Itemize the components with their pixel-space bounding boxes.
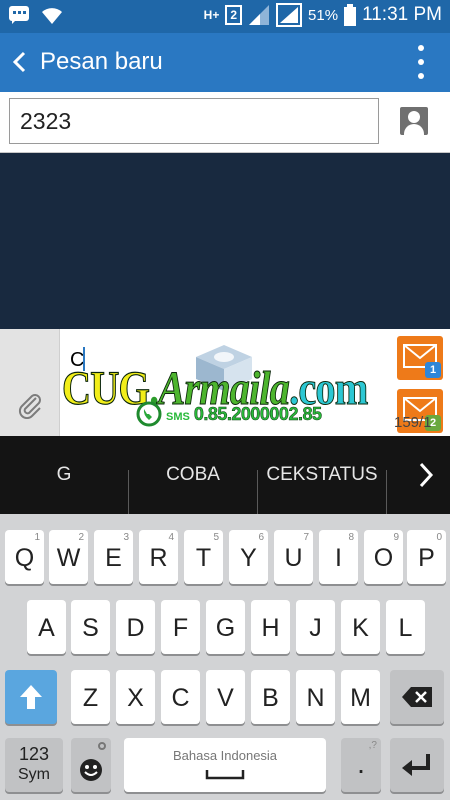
key-j[interactable]: J [296,600,335,654]
paperclip-icon [18,394,41,419]
smiley-icon [80,759,102,781]
suggestion-bar: G COBA CEKSTATUS [0,436,450,514]
key-k[interactable]: K [341,600,380,654]
chevron-right-icon[interactable] [400,436,450,514]
clock: 11:31 PM [362,4,442,25]
text-cursor [83,347,85,371]
wifi-icon [42,8,62,24]
key-c[interactable]: C [161,670,200,724]
backspace-key[interactable] [390,670,444,724]
key-x[interactable]: X [116,670,155,724]
suggestion-divider [386,470,387,514]
sym-key[interactable]: 123 Sym [5,738,63,792]
key-q[interactable]: 1Q [5,530,44,584]
compose-area: CUG.Armaila.com SMS 0.85.2000002.85 C 1 [0,329,450,436]
gear-icon [98,742,106,750]
send-sim1-button[interactable]: 1 [397,336,443,380]
key-s[interactable]: S [71,600,110,654]
key-l[interactable]: L [386,600,425,654]
key-p[interactable]: 0P [407,530,446,584]
battery-icon [344,4,357,26]
page-title: Pesan baru [40,48,163,75]
recipient-input[interactable] [9,98,379,144]
backspace-icon [402,687,432,707]
key-y[interactable]: 6Y [229,530,268,584]
key-z[interactable]: Z [71,670,110,724]
battery-percent: 51% [308,6,339,24]
key-u[interactable]: 7U [274,530,313,584]
key-o[interactable]: 9O [364,530,403,584]
watermark-sms: SMS 0.85.2000002.85 [136,401,322,427]
sim-slot-badge: 2 [225,5,243,25]
shift-key[interactable] [5,670,57,724]
key-t[interactable]: 5T [184,530,223,584]
key-h[interactable]: H [251,600,290,654]
network-type: H+ [203,8,220,22]
contact-icon[interactable] [400,107,428,135]
key-r[interactable]: 4R [139,530,178,584]
suggestion-item[interactable]: G [0,436,128,514]
attach-button[interactable] [0,329,60,436]
status-bar: H+ 2 51% 11:31 PM [0,0,450,33]
key-i[interactable]: 8I [319,530,358,584]
message-thread [0,153,450,329]
send-panel: 1 2 159/1 [390,329,450,436]
key-a[interactable]: A [27,600,66,654]
recipient-area [0,92,450,153]
chevron-left-icon[interactable] [8,47,32,77]
keyboard: 1Q 2W 3E 4R 5T 6Y 7U 8I 9O 0P A S D F G … [0,514,450,800]
wallpaper-watermark: CUG.Armaila.com SMS 0.85.2000002.85 [60,329,390,436]
key-n[interactable]: N [296,670,335,724]
dot-key[interactable]: ,? . [341,738,381,792]
more-vert-icon[interactable] [414,45,428,79]
key-f[interactable]: F [161,600,200,654]
enter-key[interactable] [390,738,444,792]
key-v[interactable]: V [206,670,245,724]
emoji-key[interactable] [71,738,111,792]
char-counter: 159/1 [394,414,432,431]
app-bar: Pesan baru [0,33,450,92]
key-b[interactable]: B [251,670,290,724]
signal-sim2-icon [276,3,303,27]
key-g[interactable]: G [206,600,245,654]
key-d[interactable]: D [116,600,155,654]
suggestion-item[interactable]: CEKSTATUS [258,436,386,514]
phone-icon [136,401,162,427]
bbm-icon [9,6,29,24]
space-key[interactable]: Bahasa Indonesia [124,738,326,792]
key-m[interactable]: M [341,670,380,724]
spacebar-icon [205,770,245,780]
sim1-badge: 1 [425,362,441,378]
suggestion-item[interactable]: COBA [129,436,257,514]
shift-arrow-icon [20,685,42,709]
key-w[interactable]: 2W [49,530,88,584]
key-e[interactable]: 3E [94,530,133,584]
message-input[interactable]: CUG.Armaila.com SMS 0.85.2000002.85 C [60,329,390,436]
signal-icon [249,5,270,25]
enter-icon [402,754,430,776]
